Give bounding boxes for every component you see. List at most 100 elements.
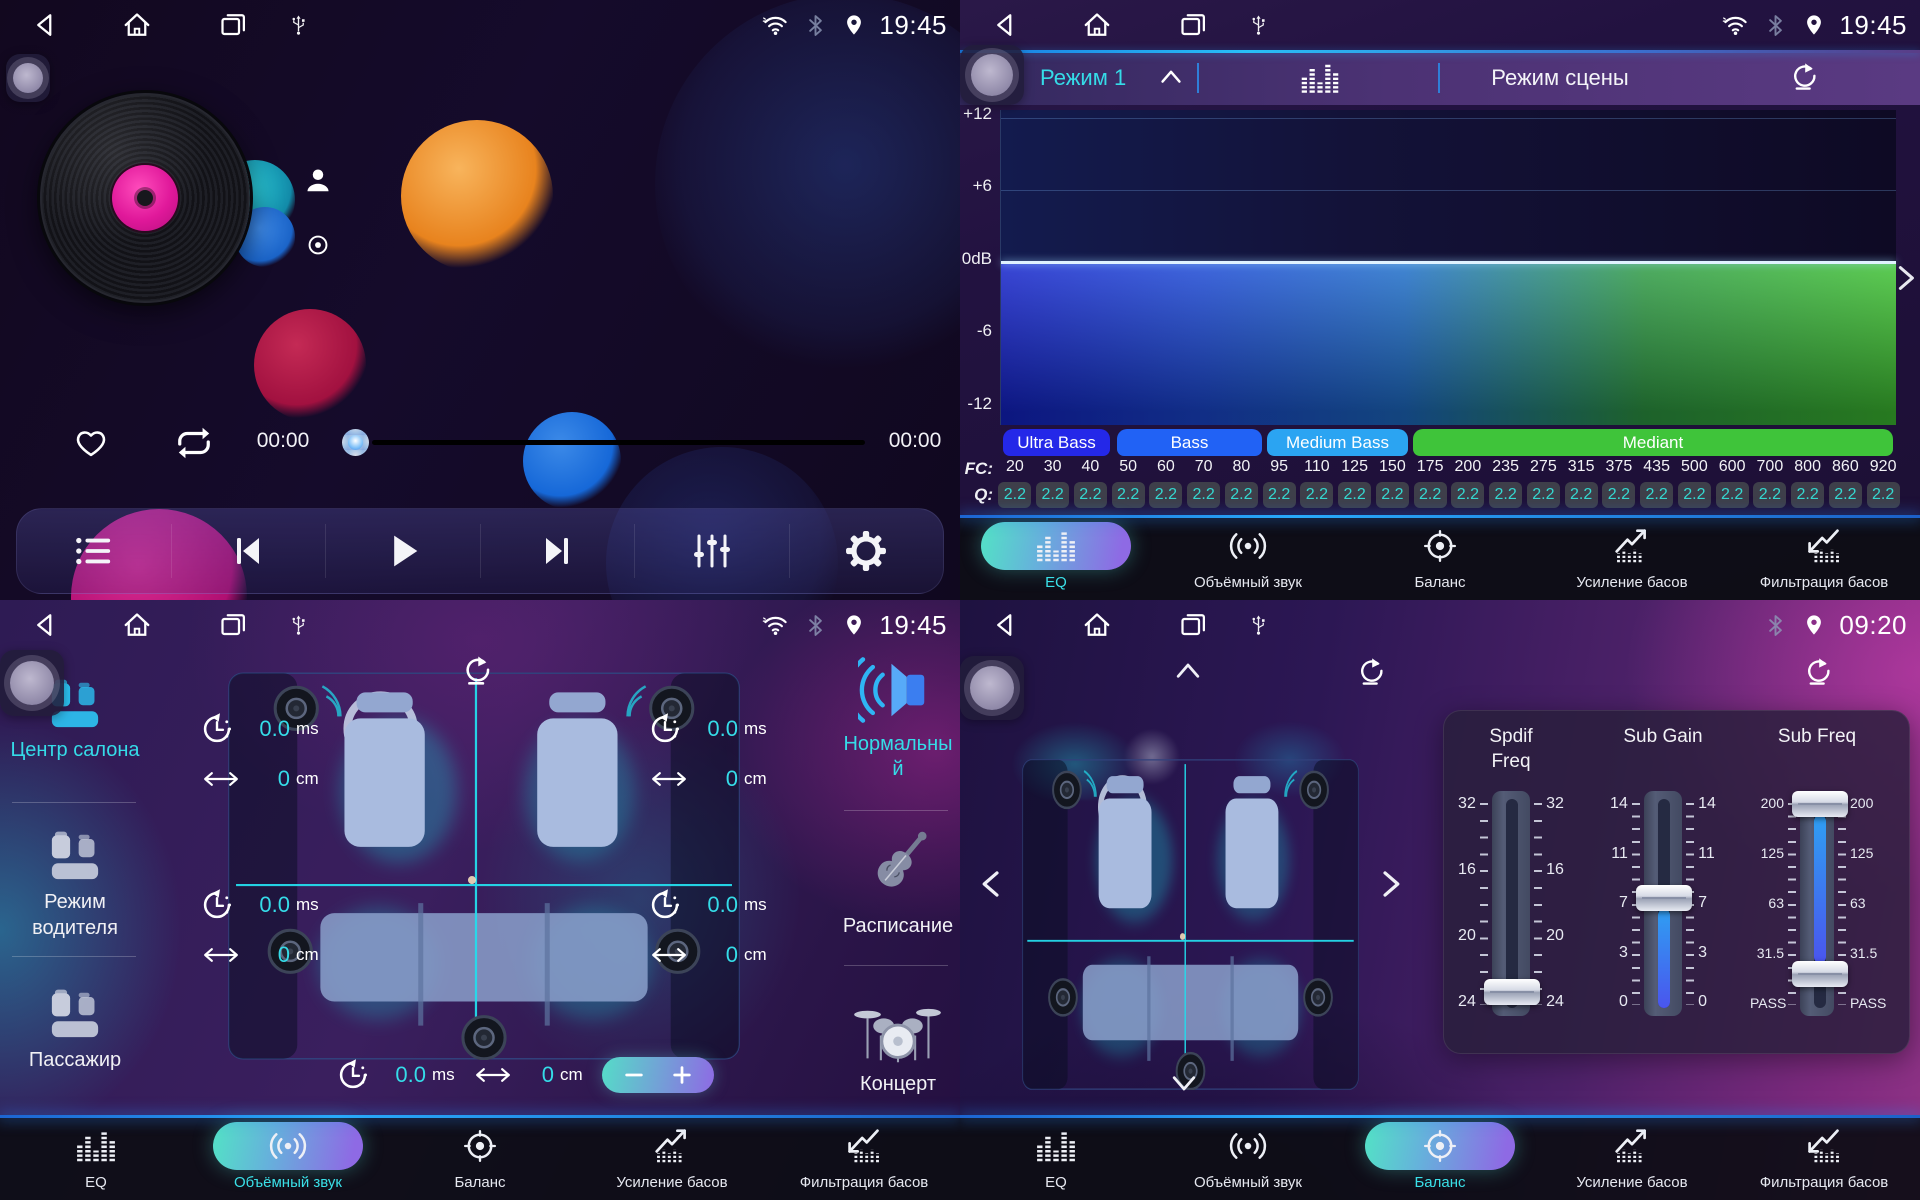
eq-curve-area[interactable]	[1000, 110, 1896, 425]
previous-track-icon[interactable]	[228, 531, 268, 571]
equalizer-sliders-icon[interactable]	[690, 530, 734, 572]
tab[interactable]: EQ	[0, 1115, 192, 1200]
q-value-chip[interactable]: 2.2	[1225, 482, 1258, 508]
seek-knob[interactable]	[342, 429, 369, 456]
tab[interactable]: EQ	[960, 515, 1152, 600]
tab[interactable]: Объёмный звук	[1152, 1115, 1344, 1200]
favorite-icon[interactable]	[72, 424, 110, 460]
back-icon[interactable]	[30, 10, 60, 40]
repeat-icon[interactable]	[170, 424, 218, 462]
q-value-chip[interactable]: 2.2	[1753, 482, 1786, 508]
album-disc-icon[interactable]	[305, 232, 331, 258]
decrease-button[interactable]	[623, 1064, 645, 1086]
q-value-chip[interactable]: 2.2	[1867, 482, 1900, 508]
q-value-chip[interactable]: 2.2	[1187, 482, 1220, 508]
band-chip-ultra-bass[interactable]: Ultra Bass	[1003, 429, 1110, 456]
reset-icon[interactable]	[460, 654, 494, 688]
chevron-right-icon[interactable]	[1373, 867, 1409, 901]
tab[interactable]: Баланс	[1344, 515, 1536, 600]
chevron-up-icon[interactable]	[1156, 64, 1186, 90]
artist-icon[interactable]	[303, 165, 333, 195]
tab[interactable]: Фильтрация басов	[768, 1115, 960, 1200]
tab[interactable]: Усиление басов	[1536, 515, 1728, 600]
home-icon[interactable]	[1082, 610, 1112, 640]
q-value-chip[interactable]: 2.2	[1451, 482, 1484, 508]
slider-thumb[interactable]	[1484, 979, 1540, 1005]
chevron-right-icon[interactable]	[1884, 262, 1920, 294]
tab[interactable]: Усиление басов	[1536, 1115, 1728, 1200]
scene-item[interactable]: Концерт	[836, 986, 960, 1096]
tab[interactable]: Объёмный звук	[1152, 515, 1344, 600]
q-value-chip[interactable]: 2.2	[1678, 482, 1711, 508]
q-value-chip[interactable]: 2.2	[1565, 482, 1598, 508]
tab[interactable]: Объёмный звук	[192, 1115, 384, 1200]
q-value-chip[interactable]: 2.2	[1263, 482, 1296, 508]
recents-icon[interactable]	[218, 10, 248, 40]
band-chip-bass[interactable]: Bass	[1117, 429, 1262, 456]
q-value-chip[interactable]: 2.2	[998, 482, 1031, 508]
car-cabin-map[interactable]	[1022, 759, 1359, 1090]
q-value-chip[interactable]: 2.2	[1527, 482, 1560, 508]
slider-thumb-lower[interactable]	[1792, 961, 1848, 987]
home-icon[interactable]	[1082, 10, 1112, 40]
home-icon[interactable]	[122, 610, 152, 640]
reset-icon[interactable]	[1802, 656, 1834, 688]
q-value-chip[interactable]: 2.2	[1489, 482, 1522, 508]
q-value-chip[interactable]: 2.2	[1602, 482, 1635, 508]
user-avatar[interactable]	[960, 45, 1024, 105]
back-icon[interactable]	[990, 610, 1020, 640]
back-icon[interactable]	[990, 10, 1020, 40]
band-chip-medium-bass[interactable]: Medium Bass	[1267, 429, 1408, 456]
band-chip-mediant[interactable]: Mediant	[1413, 429, 1893, 456]
chevron-up-icon[interactable]	[1170, 656, 1206, 686]
recents-icon[interactable]	[1178, 10, 1208, 40]
slider-thumb-upper[interactable]	[1792, 791, 1848, 817]
q-value-chip[interactable]: 2.2	[1640, 482, 1673, 508]
reset-icon[interactable]	[1788, 61, 1820, 93]
q-value-chip[interactable]: 2.2	[1376, 482, 1409, 508]
playlist-icon[interactable]	[73, 532, 115, 570]
q-value-chip[interactable]: 2.2	[1300, 482, 1333, 508]
q-value-chip[interactable]: 2.2	[1074, 482, 1107, 508]
q-value-chip[interactable]: 2.2	[1716, 482, 1749, 508]
back-icon[interactable]	[30, 610, 60, 640]
slider-track[interactable]	[1644, 791, 1681, 1016]
settings-gear-icon[interactable]	[845, 530, 887, 572]
recents-icon[interactable]	[1178, 610, 1208, 640]
position-item[interactable]: Пассажир	[0, 988, 150, 1073]
q-value-chip[interactable]: 2.2	[1414, 482, 1447, 508]
play-icon[interactable]	[381, 529, 425, 573]
position-item[interactable]: Режим водителя	[0, 830, 150, 941]
tab[interactable]: EQ	[960, 1115, 1152, 1200]
user-avatar[interactable]	[6, 54, 50, 102]
slider-thumb[interactable]	[1636, 885, 1692, 911]
q-value-chip[interactable]: 2.2	[1338, 482, 1371, 508]
seek-track[interactable]	[372, 440, 865, 445]
q-value-chip[interactable]: 2.2	[1036, 482, 1069, 508]
tab[interactable]: Усиление басов	[576, 1115, 768, 1200]
recents-icon[interactable]	[218, 610, 248, 640]
scene-item[interactable]: Нормальный	[836, 655, 960, 782]
q-value-chip[interactable]: 2.2	[1112, 482, 1145, 508]
next-track-icon[interactable]	[537, 531, 577, 571]
reset-icon[interactable]	[1355, 656, 1387, 688]
tab[interactable]: Баланс	[1344, 1115, 1536, 1200]
chevron-down-icon[interactable]	[1166, 1068, 1202, 1098]
tab[interactable]: Фильтрация басов	[1728, 515, 1920, 600]
q-value-chip[interactable]: 2.2	[1149, 482, 1182, 508]
scene-mode-button[interactable]: Режим сцены	[1450, 65, 1670, 91]
q-value-chip[interactable]: 2.2	[1791, 482, 1824, 508]
tab[interactable]: Баланс	[384, 1115, 576, 1200]
eq-bars-icon[interactable]	[1300, 60, 1340, 96]
increase-button[interactable]	[671, 1064, 693, 1086]
home-icon[interactable]	[122, 10, 152, 40]
slider-track[interactable]	[1800, 791, 1834, 1016]
user-avatar[interactable]	[960, 656, 1024, 720]
preset-selector[interactable]: Режим 1	[1040, 65, 1126, 91]
q-value-chip[interactable]: 2.2	[1829, 482, 1862, 508]
slider-track[interactable]	[1492, 791, 1529, 1016]
scene-item[interactable]: Расписание	[836, 822, 960, 938]
user-avatar[interactable]	[0, 650, 64, 716]
tab[interactable]: Фильтрация басов	[1728, 1115, 1920, 1200]
chevron-left-icon[interactable]	[973, 867, 1009, 901]
